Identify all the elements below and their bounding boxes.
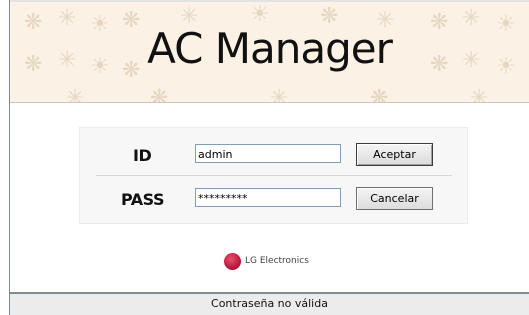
decorative-motif-icon: ✳: [58, 6, 77, 31]
header-banner: ❋ ✳ ☀ ❋ ✳ ☀ ❋ ❋ ✳ ☀ ❋ ✳ ❋ ✳ ☀ ❋ ✳ ☀ ✳ ❋ …: [10, 2, 529, 103]
id-input[interactable]: [195, 144, 341, 163]
login-panel: ID Aceptar PASS Cancelar: [79, 127, 468, 224]
decorative-motif-icon: ✳: [470, 86, 489, 103]
decorative-motif-icon: ✳: [462, 6, 481, 31]
brand-logo: LG Electronics: [224, 251, 309, 271]
decorative-motif-icon: ✳: [270, 86, 289, 103]
id-label: ID: [133, 146, 152, 165]
decorative-motif-icon: ❋: [370, 86, 389, 103]
app-title: AC Manager: [147, 24, 393, 73]
decorative-motif-icon: ❋: [150, 86, 169, 103]
password-input[interactable]: [195, 188, 341, 207]
accept-button[interactable]: Aceptar: [356, 143, 433, 166]
lg-logo-icon: [224, 252, 241, 270]
brand-name: LG Electronics: [245, 256, 309, 266]
status-message: Contraseña no válida: [211, 297, 328, 310]
decorative-motif-icon: ☀: [250, 2, 270, 27]
decorative-motif-icon: ✳: [66, 86, 85, 103]
pass-label: PASS: [121, 190, 164, 209]
cancel-button[interactable]: Cancelar: [356, 187, 433, 210]
row-divider: [96, 175, 452, 176]
status-bar: Contraseña no válida: [10, 292, 529, 315]
